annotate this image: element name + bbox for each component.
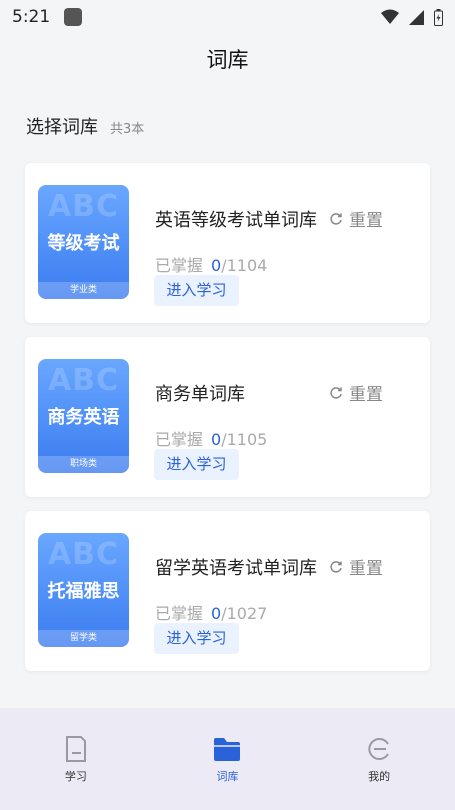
mastered-count: 0 [211, 430, 222, 449]
cover-title: 托福雅思 [47, 581, 120, 602]
nav-label-library: 词库 [216, 770, 239, 783]
reset-button[interactable]: 重置 [329, 206, 383, 231]
wifi-icon [381, 9, 399, 24]
book-cover[interactable]: ABC 等级考试 学业类 [38, 185, 129, 299]
battery-icon [434, 8, 443, 26]
progress-text: 已掌握 0/1105 [155, 426, 267, 450]
book-card: ABC 托福雅思 留学类 留学英语考试单词库 重置 已掌握 0/1027 进入学习 [25, 511, 430, 671]
cover-watermark: ABC [47, 189, 120, 224]
nav-item-profile[interactable]: 我的 [339, 734, 419, 784]
status-time: 5:21 [12, 7, 51, 27]
cover-title: 等级考试 [47, 233, 120, 254]
book-name: 留学英语考试单词库 [155, 558, 317, 579]
progress-text: 已掌握 0/1104 [155, 252, 267, 276]
app-notification-icon [64, 8, 83, 26]
signal-icon [409, 9, 424, 25]
book-card: ABC 等级考试 学业类 英语等级考试单词库 重置 已掌握 0/1104 进入学习 [25, 163, 430, 323]
refresh-icon [330, 560, 342, 573]
reset-button[interactable]: 重置 [329, 380, 383, 405]
total-count: /1105 [221, 430, 268, 449]
book-cover[interactable]: ABC 托福雅思 留学类 [38, 533, 129, 647]
section-title: 选择词库 [26, 117, 98, 138]
enter-study-button[interactable]: 进入学习 [154, 275, 239, 306]
nav-label-profile: 我的 [368, 770, 391, 783]
cover-watermark: ABC [47, 363, 120, 398]
reset-label: 重置 [349, 211, 383, 231]
cover-category: 学业类 [38, 282, 129, 299]
book-count: 共3本 [110, 122, 145, 137]
study-icon [65, 736, 86, 762]
book-name: 商务单词库 [155, 384, 245, 405]
page-title: 词库 [206, 48, 249, 72]
reset-label: 重置 [349, 559, 383, 579]
folder-icon [214, 738, 241, 761]
book-name: 英语等级考试单词库 [155, 210, 317, 231]
status-icons [381, 8, 443, 26]
refresh-icon [330, 386, 342, 399]
book-cover[interactable]: ABC 商务英语 职场类 [38, 359, 129, 473]
mastered-count: 0 [211, 256, 222, 275]
bottom-nav: 学习 词库 我的 [0, 708, 455, 810]
enter-study-button[interactable]: 进入学习 [154, 623, 239, 654]
status-bar: 5:21 [0, 0, 455, 34]
cover-title: 商务英语 [47, 407, 120, 428]
nav-item-library[interactable]: 词库 [187, 734, 267, 784]
nav-label-study: 学习 [64, 770, 87, 783]
mastered-count: 0 [211, 604, 222, 623]
reset-button[interactable]: 重置 [329, 554, 383, 579]
mastered-label: 已掌握 [155, 430, 204, 449]
mastered-label: 已掌握 [155, 256, 204, 275]
profile-icon [368, 738, 390, 760]
cover-category: 职场类 [38, 456, 129, 473]
total-count: /1104 [221, 256, 268, 275]
total-count: /1027 [221, 604, 268, 623]
mastered-label: 已掌握 [155, 604, 204, 623]
cover-watermark: ABC [47, 537, 120, 572]
enter-study-button[interactable]: 进入学习 [154, 449, 239, 480]
book-card: ABC 商务英语 职场类 商务单词库 重置 已掌握 0/1105 进入学习 [25, 337, 430, 497]
reset-label: 重置 [349, 385, 383, 405]
progress-text: 已掌握 0/1027 [155, 600, 267, 624]
section-header: 选择词库 共3本 [26, 113, 144, 139]
cover-category: 留学类 [38, 630, 129, 647]
nav-item-study[interactable]: 学习 [36, 734, 116, 784]
refresh-icon [330, 212, 342, 225]
